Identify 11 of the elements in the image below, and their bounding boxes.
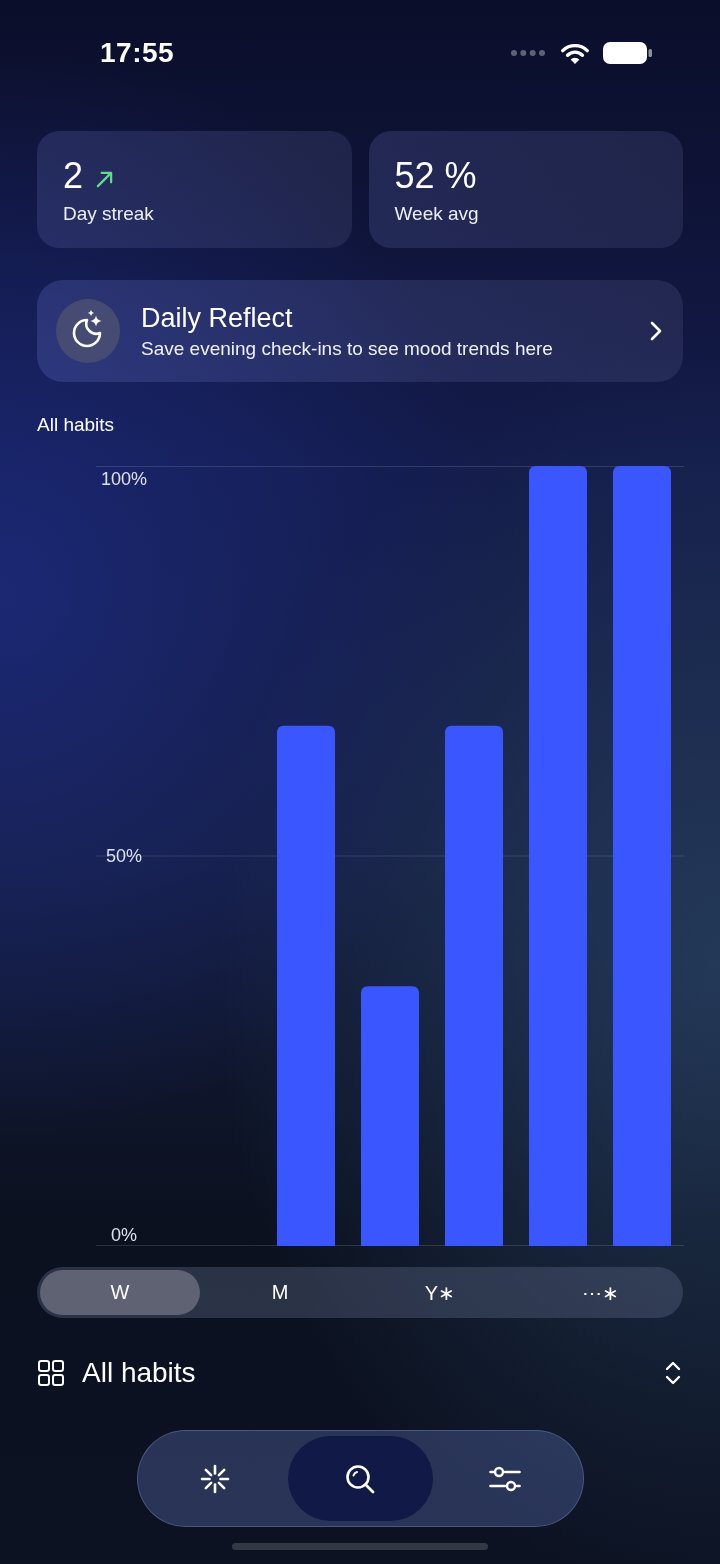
status-time: 17:55: [100, 37, 175, 69]
y-axis-label: 50%: [106, 846, 142, 866]
stat-label: Week avg: [394, 202, 479, 226]
chart-title: All habits: [37, 413, 115, 437]
stat-value: 52 %: [394, 155, 477, 197]
reflect-subtitle: Save evening check-ins to see mood trends here: [141, 336, 553, 361]
reflect-title: Daily Reflect: [141, 301, 293, 334]
y-axis-label: 100%: [101, 469, 147, 489]
y-axis-label: 0%: [111, 1225, 137, 1245]
stat-value: 2: [63, 155, 84, 197]
stat-label: Day streak: [63, 202, 154, 226]
